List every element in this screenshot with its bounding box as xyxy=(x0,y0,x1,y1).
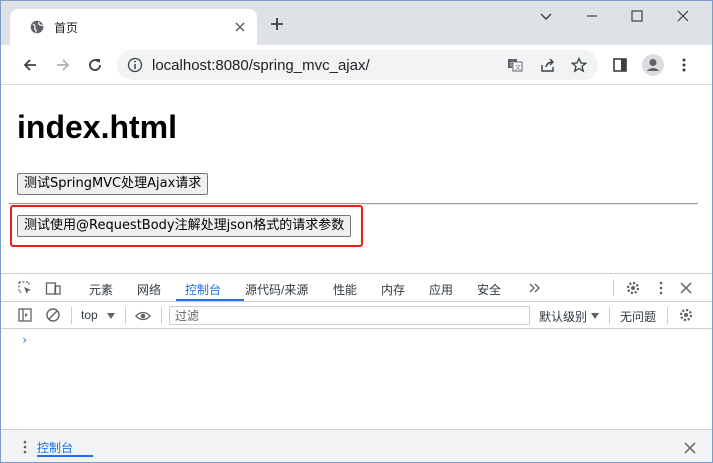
tab-memory[interactable]: 内存 xyxy=(381,281,405,298)
globe-icon xyxy=(30,20,44,34)
context-selector[interactable]: top xyxy=(81,308,98,322)
tab-title: 首页 xyxy=(54,21,79,35)
browser-toolbar: localhost:8080/spring_mvc_ajax/ G 文 xyxy=(1,45,712,85)
more-menu-icon[interactable] xyxy=(676,57,692,73)
close-tab-icon[interactable] xyxy=(232,19,248,35)
log-level-selector[interactable]: 默认级别 xyxy=(539,308,587,325)
gear-icon[interactable] xyxy=(625,280,641,296)
more-tabs-icon[interactable] xyxy=(527,280,543,296)
drawer-tab-console[interactable]: 控制台 xyxy=(37,439,73,456)
filter-input[interactable] xyxy=(170,307,529,325)
devtools-drawer: 控制台 xyxy=(1,429,712,462)
tab-security[interactable]: 安全 xyxy=(477,281,501,298)
console-toolbar: top 默认级别 无问题 xyxy=(1,302,712,329)
devtools-tab-bar: 元素 网络 控制台 源代码/来源 性能 内存 应用 安全 xyxy=(1,274,712,302)
issues-count[interactable]: 无问题 xyxy=(620,308,656,325)
new-tab-icon[interactable] xyxy=(269,16,285,32)
filter-field[interactable] xyxy=(169,306,530,325)
active-tab-indicator xyxy=(176,299,244,301)
console-prompt-chevron-icon[interactable]: › xyxy=(21,333,28,347)
minimize-icon[interactable] xyxy=(585,9,599,23)
tab-elements[interactable]: 元素 xyxy=(89,281,113,298)
highlight-box xyxy=(10,205,363,247)
share-icon[interactable] xyxy=(540,57,556,73)
clear-console-icon[interactable] xyxy=(45,307,61,323)
close-devtools-icon[interactable] xyxy=(678,280,694,296)
profile-avatar[interactable] xyxy=(642,54,664,76)
browser-window: 首页 localhost:8080/spring_mvc_ajax/ G 文 i… xyxy=(0,0,713,463)
tab-application[interactable]: 应用 xyxy=(429,281,453,298)
site-info-icon[interactable] xyxy=(127,57,143,73)
svg-text:文: 文 xyxy=(515,64,521,72)
tab-console[interactable]: 控制台 xyxy=(185,281,221,298)
forward-icon[interactable] xyxy=(55,57,71,73)
page-content: index.html 测试SpringMVC处理Ajax请求 测试使用@Requ… xyxy=(1,85,712,273)
inspect-element-icon[interactable] xyxy=(17,280,33,296)
device-toolbar-icon[interactable] xyxy=(45,280,61,296)
bookmark-star-icon[interactable] xyxy=(571,57,587,73)
close-drawer-icon[interactable] xyxy=(682,440,698,456)
tab-sources[interactable]: 源代码/来源 xyxy=(245,281,308,298)
console-settings-gear-icon[interactable] xyxy=(678,307,694,323)
divider xyxy=(71,307,72,324)
dropdown-arrow-icon[interactable] xyxy=(103,308,119,324)
translate-icon[interactable]: G 文 xyxy=(507,57,523,73)
tab-strip: 首页 xyxy=(1,1,712,45)
divider xyxy=(613,279,614,296)
maximize-icon[interactable] xyxy=(630,9,644,23)
side-panel-icon[interactable] xyxy=(612,57,628,73)
address-bar[interactable]: localhost:8080/spring_mvc_ajax/ G 文 xyxy=(117,50,598,80)
reload-icon[interactable] xyxy=(87,57,103,73)
devtools-panel: 元素 网络 控制台 源代码/来源 性能 内存 应用 安全 top 过滤 默认级别… xyxy=(1,273,712,462)
divider xyxy=(667,307,668,324)
drawer-menu-icon[interactable] xyxy=(17,439,33,455)
divider xyxy=(609,307,610,324)
kebab-menu-icon[interactable] xyxy=(653,280,669,296)
close-window-icon[interactable] xyxy=(676,9,690,23)
back-icon[interactable] xyxy=(22,57,38,73)
person-icon xyxy=(646,59,660,71)
url-text: localhost:8080/spring_mvc_ajax/ xyxy=(152,57,370,74)
chevron-down-icon[interactable] xyxy=(539,9,553,23)
divider xyxy=(125,307,126,324)
browser-tab[interactable]: 首页 xyxy=(10,9,257,45)
test-ajax-button[interactable]: 测试SpringMVC处理Ajax请求 xyxy=(17,173,209,195)
page-heading: index.html xyxy=(17,109,178,145)
drawer-tab-indicator xyxy=(37,455,93,457)
eye-icon[interactable] xyxy=(135,308,151,324)
divider xyxy=(161,307,162,324)
tab-performance[interactable]: 性能 xyxy=(333,281,357,298)
sidebar-toggle-icon[interactable] xyxy=(17,307,33,323)
dropdown-arrow-icon[interactable] xyxy=(587,308,603,324)
tab-network[interactable]: 网络 xyxy=(137,281,161,298)
